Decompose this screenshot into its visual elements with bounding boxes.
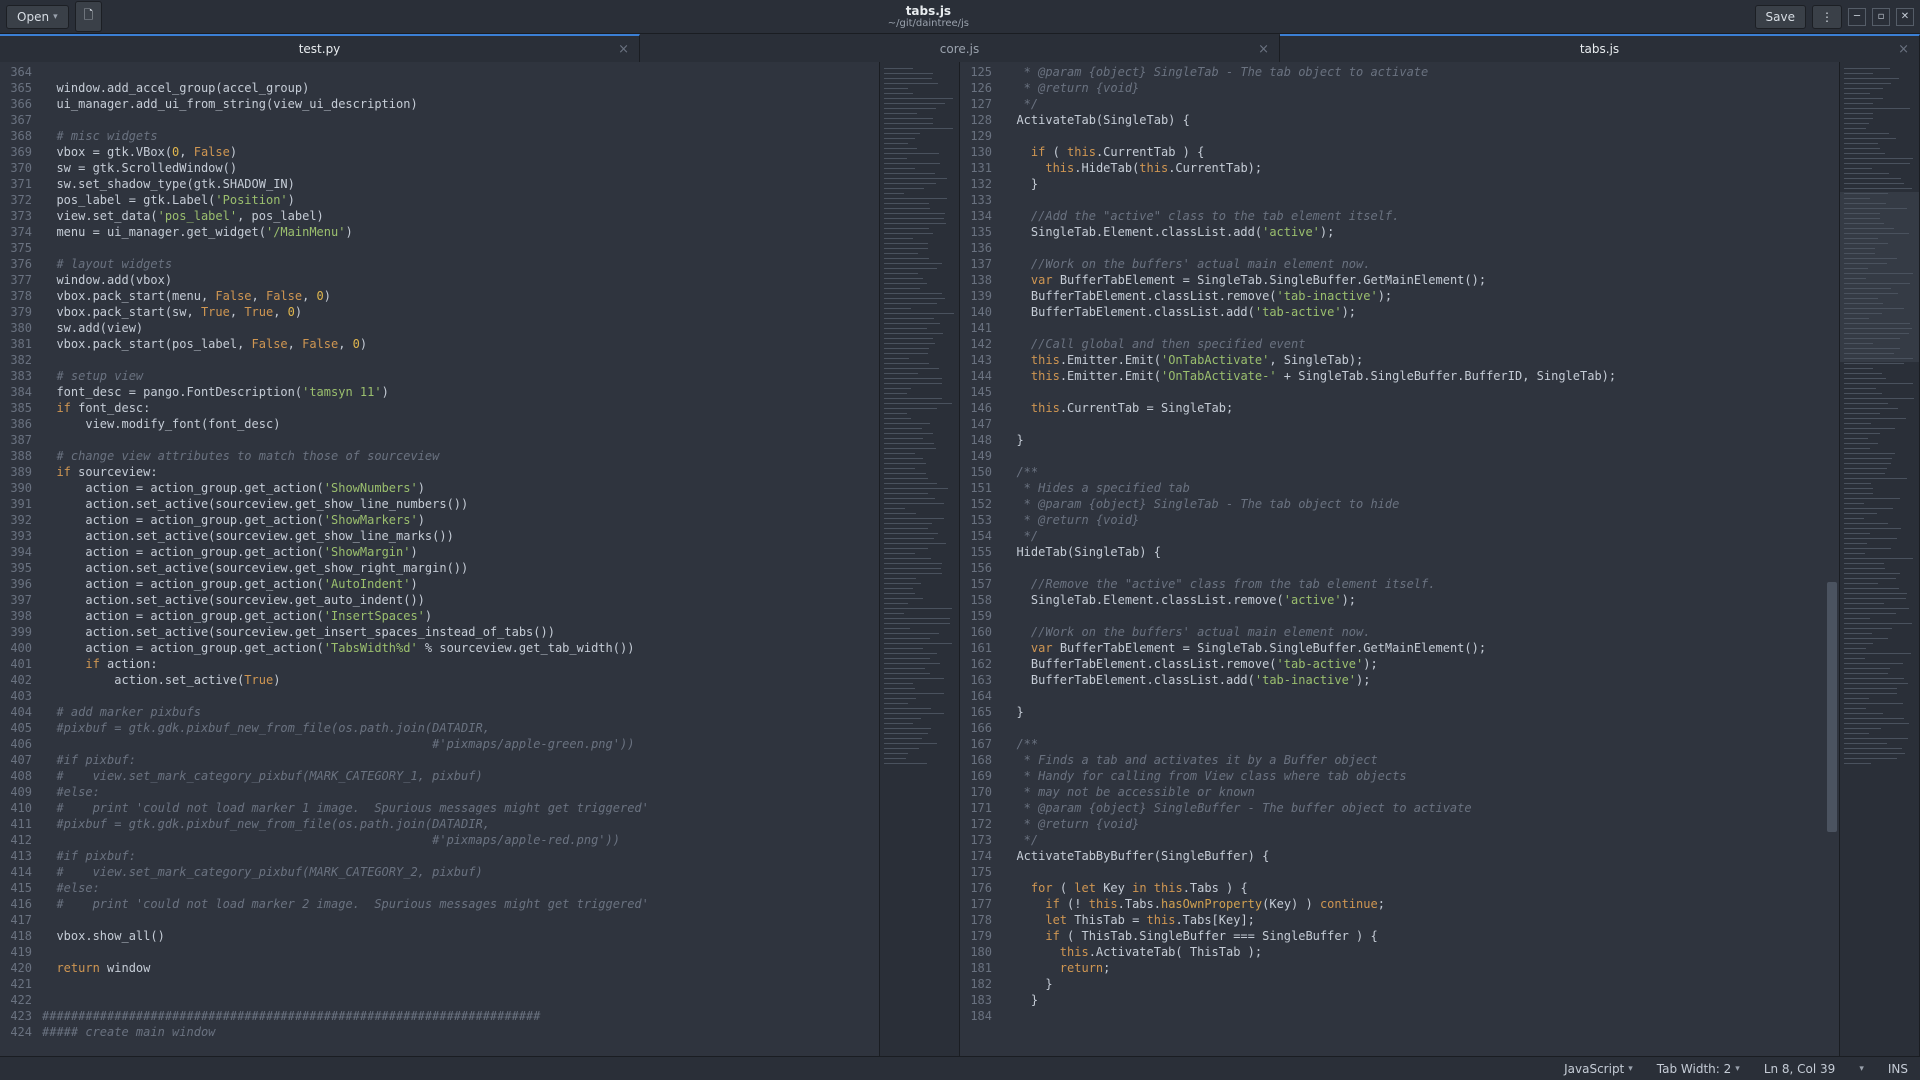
maximize-icon: ▫ — [1878, 11, 1885, 22]
hamburger-menu-button[interactable]: ⋮ — [1812, 5, 1842, 29]
minimap[interactable] — [879, 62, 959, 1056]
new-document-button[interactable]: 🗋 — [75, 1, 103, 32]
code-editor[interactable]: * @param {object} SingleTab - The tab ob… — [998, 62, 1839, 1056]
scrollbar-thumb[interactable] — [1827, 582, 1837, 832]
tab-width-selector[interactable]: Tab Width: 2▾ — [1657, 1062, 1740, 1076]
new-document-icon: 🗋 — [84, 6, 94, 27]
goto-line-selector[interactable]: ▾ — [1859, 1064, 1864, 1074]
tab-close-icon[interactable]: × — [1898, 42, 1909, 57]
line-gutter: 125 126 127 128 129 130 131 132 133 134 … — [960, 62, 998, 1056]
tab-label: test.py — [299, 42, 341, 56]
chevron-down-icon: ▾ — [1735, 1064, 1740, 1074]
editor-panes: 364 365 366 367 368 369 370 371 372 373 … — [0, 62, 1920, 1056]
tab-core-js[interactable]: core.js × — [640, 34, 1280, 62]
cursor-position[interactable]: Ln 8, Col 39 — [1764, 1062, 1836, 1076]
right-pane: 125 126 127 128 129 130 131 132 133 134 … — [960, 62, 1920, 1056]
maximize-button[interactable]: ▫ — [1872, 8, 1890, 26]
tab-test-py[interactable]: test.py × — [0, 34, 640, 62]
chevron-down-icon: ▾ — [53, 12, 58, 22]
minimap[interactable] — [1839, 62, 1919, 1056]
left-pane: 364 365 366 367 368 369 370 371 372 373 … — [0, 62, 960, 1056]
line-gutter: 364 365 366 367 368 369 370 371 372 373 … — [0, 62, 38, 1056]
tab-label: tabs.js — [1580, 42, 1619, 56]
minimize-icon: ─ — [1854, 11, 1860, 22]
window-subtitle: ~/git/daintree/js — [102, 18, 1754, 29]
tab-tabs-js[interactable]: tabs.js × — [1280, 34, 1920, 62]
code-editor[interactable]: window.add_accel_group(accel_group) ui_m… — [38, 62, 879, 1056]
close-icon: ✕ — [1901, 11, 1909, 22]
minimize-button[interactable]: ─ — [1848, 8, 1866, 26]
title-area: tabs.js ~/git/daintree/js — [102, 4, 1754, 29]
kebab-icon: ⋮ — [1821, 10, 1833, 24]
chevron-down-icon: ▾ — [1859, 1064, 1864, 1074]
titlebar: Open ▾ 🗋 tabs.js ~/git/daintree/js Save … — [0, 0, 1920, 34]
window-title: tabs.js — [102, 4, 1754, 18]
insert-mode[interactable]: INS — [1888, 1062, 1908, 1076]
tab-close-icon[interactable]: × — [618, 42, 629, 57]
open-button[interactable]: Open ▾ — [6, 5, 69, 29]
editor-tabs: test.py × core.js × tabs.js × — [0, 34, 1920, 62]
close-button[interactable]: ✕ — [1896, 8, 1914, 26]
scrollbar[interactable] — [1827, 62, 1837, 1056]
language-selector[interactable]: JavaScript▾ — [1564, 1062, 1633, 1076]
statusbar: JavaScript▾ Tab Width: 2▾ Ln 8, Col 39 ▾… — [0, 1056, 1920, 1080]
chevron-down-icon: ▾ — [1628, 1064, 1633, 1074]
open-label: Open — [17, 10, 49, 24]
tab-label: core.js — [940, 42, 979, 56]
tab-close-icon[interactable]: × — [1258, 42, 1269, 57]
save-button[interactable]: Save — [1755, 5, 1806, 29]
